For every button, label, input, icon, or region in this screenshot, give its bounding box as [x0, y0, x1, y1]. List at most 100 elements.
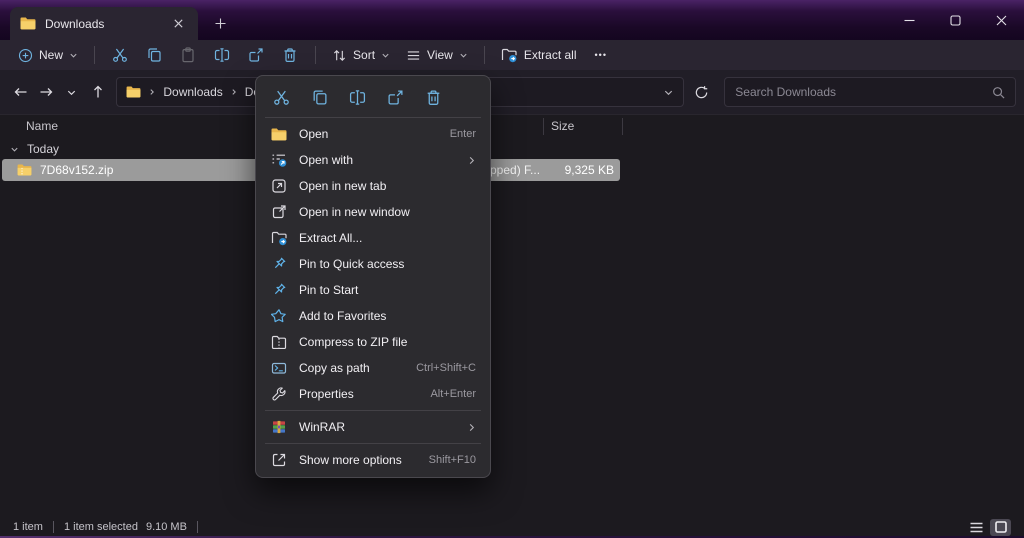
new-button[interactable]: New — [10, 44, 86, 67]
menu-label: Extract All... — [299, 231, 476, 245]
see-more-button[interactable]: ••• — [585, 46, 617, 64]
submenu-chevron-icon — [467, 423, 476, 432]
sort-button[interactable]: Sort — [324, 44, 398, 67]
menu-item-copy-as-path[interactable]: Copy as path Ctrl+Shift+C — [260, 355, 486, 381]
menu-item-show-more-options[interactable]: Show more options Shift+F10 — [260, 447, 486, 473]
show-more-options-icon — [270, 452, 288, 468]
menu-item-pin-to-start[interactable]: Pin to Start — [260, 277, 486, 303]
menu-shortcut: Shift+F10 — [429, 454, 476, 466]
menu-separator — [265, 410, 481, 411]
menu-item-extract-all[interactable]: Extract All... — [260, 225, 486, 251]
menu-shortcut: Enter — [450, 128, 476, 140]
group-collapse-icon[interactable] — [10, 145, 19, 154]
view-lines-icon — [406, 48, 421, 63]
minimize-button[interactable] — [886, 0, 932, 40]
more-dots-icon: ••• — [595, 50, 607, 60]
view-toggles — [966, 519, 1011, 536]
wrench-icon — [270, 386, 288, 402]
back-button[interactable] — [8, 79, 34, 105]
status-divider — [53, 521, 54, 533]
extract-all-icon — [270, 231, 288, 246]
menu-label: Open in new window — [299, 205, 476, 219]
menu-label: Open — [299, 127, 439, 141]
paste-button[interactable] — [171, 43, 205, 67]
menu-shortcut: Ctrl+Shift+C — [416, 362, 476, 374]
menu-label: Pin to Quick access — [299, 257, 476, 271]
column-divider[interactable] — [543, 118, 544, 135]
address-dropdown-icon[interactable] — [663, 87, 674, 98]
menu-label: Compress to ZIP file — [299, 335, 476, 349]
menu-label: Open with — [299, 153, 456, 167]
menu-label: Properties — [299, 387, 419, 401]
share-button[interactable] — [239, 43, 273, 67]
folder-icon — [126, 86, 141, 98]
column-header-size[interactable]: Size — [551, 119, 574, 133]
menu-item-open-with[interactable]: Open with — [260, 147, 486, 173]
refresh-button[interactable] — [688, 79, 716, 105]
menu-item-pin-to-quick-access[interactable]: Pin to Quick access — [260, 251, 486, 277]
open-new-tab-icon — [270, 178, 288, 194]
view-button[interactable]: View — [398, 44, 476, 67]
menu-item-winrar[interactable]: WinRAR — [260, 414, 486, 440]
search-box[interactable] — [724, 77, 1016, 107]
rename-button[interactable] — [205, 43, 239, 67]
forward-button[interactable] — [34, 79, 60, 105]
column-divider[interactable] — [622, 118, 623, 135]
menu-item-open[interactable]: Open Enter — [260, 121, 486, 147]
menu-label: Show more options — [299, 453, 418, 467]
menu-shortcut: Alt+Enter — [430, 388, 476, 400]
menu-item-compress-to-zip[interactable]: Compress to ZIP file — [260, 329, 486, 355]
titlebar: Downloads — [0, 0, 1024, 40]
zip-file-icon — [17, 164, 32, 176]
open-folder-icon — [270, 128, 288, 141]
zip-compress-icon — [270, 335, 288, 349]
file-size: 9,325 KB — [530, 163, 614, 177]
tab-downloads[interactable]: Downloads — [10, 7, 198, 40]
copy-as-path-icon — [270, 360, 288, 376]
chevron-down-icon — [459, 51, 468, 60]
toolbar-divider — [315, 46, 316, 64]
group-header-today[interactable]: Today — [10, 142, 59, 156]
group-label: Today — [27, 142, 59, 156]
tab-close-icon[interactable] — [168, 14, 188, 34]
search-input[interactable] — [735, 85, 986, 99]
breadcrumb-item[interactable]: Downloads — [163, 85, 222, 99]
delete-icon[interactable] — [417, 83, 450, 111]
copy-button[interactable] — [137, 43, 171, 67]
rename-icon[interactable] — [341, 83, 374, 111]
cut-button[interactable] — [103, 43, 137, 67]
menu-label: Copy as path — [299, 361, 405, 375]
menu-item-open-in-new-tab[interactable]: Open in new tab — [260, 173, 486, 199]
large-icons-view-button[interactable] — [990, 519, 1011, 536]
context-menu: Open Enter Open with Open in new tab Ope… — [255, 75, 491, 478]
delete-button[interactable] — [273, 43, 307, 67]
menu-label: Open in new tab — [299, 179, 476, 193]
details-view-button[interactable] — [966, 519, 987, 536]
close-button[interactable] — [978, 0, 1024, 40]
status-selection-count: 1 item selected — [64, 521, 138, 533]
up-button[interactable] — [85, 79, 111, 105]
file-name: 7D68v152.zip — [40, 163, 113, 177]
recent-locations-button[interactable] — [59, 79, 85, 105]
menu-item-open-in-new-window[interactable]: Open in new window — [260, 199, 486, 225]
menu-item-add-to-favorites[interactable]: Add to Favorites — [260, 303, 486, 329]
menu-label: Pin to Start — [299, 283, 476, 297]
pin-icon — [270, 282, 288, 298]
copy-icon[interactable] — [303, 83, 336, 111]
column-header-row: Name Size — [0, 115, 1024, 139]
column-header-name[interactable]: Name — [26, 119, 58, 133]
extract-all-label: Extract all — [524, 48, 577, 62]
menu-item-properties[interactable]: Properties Alt+Enter — [260, 381, 486, 407]
new-tab-button[interactable] — [208, 12, 232, 34]
folder-icon — [20, 17, 36, 30]
chevron-down-icon — [381, 51, 390, 60]
maximize-button[interactable] — [932, 0, 978, 40]
cut-icon[interactable] — [265, 83, 298, 111]
submenu-chevron-icon — [467, 156, 476, 165]
status-divider — [197, 521, 198, 533]
extract-all-icon — [501, 48, 518, 63]
share-icon[interactable] — [379, 83, 412, 111]
context-menu-icon-bar — [260, 80, 486, 114]
extract-all-button[interactable]: Extract all — [493, 44, 585, 67]
chevron-right-icon — [230, 88, 238, 96]
